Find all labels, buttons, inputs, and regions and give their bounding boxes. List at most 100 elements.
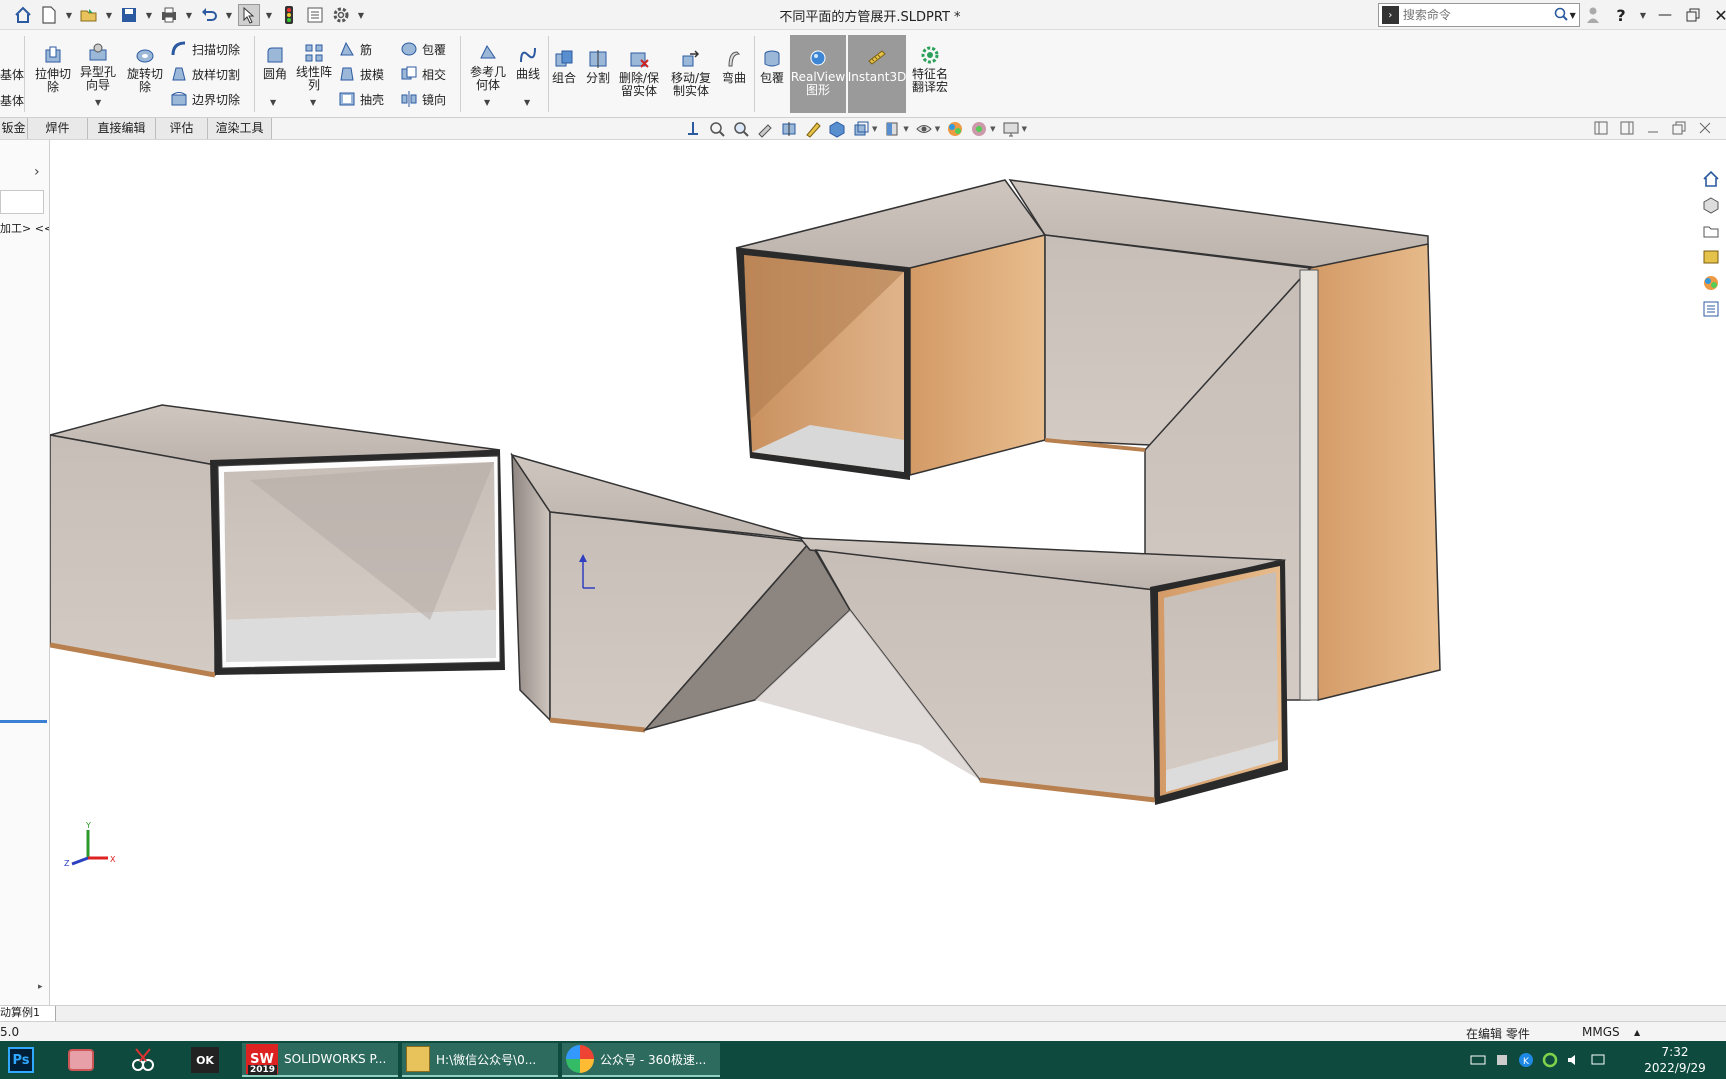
reference-geometry-button[interactable]: 参考几 何体	[466, 42, 510, 92]
view-settings-icon[interactable]	[970, 120, 988, 138]
chevron-down-icon[interactable]: ▼	[935, 125, 940, 133]
chevron-down-icon[interactable]: ▼	[270, 98, 276, 107]
revolve-cut-button[interactable]: 旋转切 除	[124, 44, 166, 94]
traffic-light-icon[interactable]	[278, 4, 300, 26]
chevron-down-icon[interactable]: ▼	[990, 125, 995, 133]
tab-motion-study[interactable]: 动算例1	[0, 1006, 56, 1021]
boundary-cut-button[interactable]: 边界切除	[170, 90, 240, 108]
image-viewer-icon[interactable]	[64, 1044, 98, 1076]
split-button[interactable]: 分割	[584, 48, 612, 85]
filter-field[interactable]	[0, 190, 44, 214]
app-tray-k-icon[interactable]: K	[1518, 1052, 1534, 1068]
hide-show-items-icon[interactable]	[883, 120, 901, 138]
clock[interactable]: 7:32 2022/9/29	[1640, 1044, 1710, 1076]
chevron-down-icon[interactable]: ▼	[224, 11, 234, 20]
view-orientation-cube-icon[interactable]	[828, 120, 846, 138]
combine-button[interactable]: 组合	[550, 48, 578, 85]
minimize-icon[interactable]: —	[1654, 4, 1676, 26]
fillet-button[interactable]: 圆角	[260, 44, 290, 81]
print-icon[interactable]	[158, 4, 180, 26]
obs-icon[interactable]: OK	[188, 1044, 222, 1076]
3d-parts-icon[interactable]	[1700, 194, 1722, 216]
unit-system[interactable]: MMGS	[1582, 1025, 1620, 1039]
tile-left-icon[interactable]	[1594, 121, 1608, 135]
zoom-to-area-icon[interactable]	[732, 120, 750, 138]
chevron-down-icon[interactable]: ▼	[872, 125, 877, 133]
help-icon[interactable]: ?	[1610, 4, 1632, 26]
volume-icon[interactable]	[1566, 1052, 1582, 1068]
home-icon[interactable]	[12, 4, 34, 26]
tile-right-icon[interactable]	[1620, 121, 1634, 135]
home-icon[interactable]	[1700, 168, 1722, 190]
left-tube[interactable]	[50, 404, 505, 678]
chevron-down-icon[interactable]: ▼	[1570, 11, 1579, 20]
display-icon[interactable]	[1590, 1052, 1606, 1068]
taskbar-app-solidworks[interactable]: SW 2019 SOLIDWORKS P...	[242, 1043, 398, 1077]
feature-tree-item[interactable]: 加工> <<	[0, 220, 49, 236]
ribbon-partial-base-2[interactable]: 基体	[0, 92, 24, 109]
wrap-feature-button[interactable]: 包覆	[756, 48, 788, 85]
loft-cut-button[interactable]: 放样切割	[170, 65, 240, 83]
chevron-down-icon[interactable]: ▼	[903, 125, 908, 133]
sweep-cut-button[interactable]: 扫描切除	[170, 40, 240, 58]
chevron-down-icon[interactable]: ▼	[144, 11, 154, 20]
draft-button[interactable]: 拔模	[338, 65, 384, 83]
move-copy-body-button[interactable]: 移动/复 制实体	[668, 48, 714, 98]
minimize-icon[interactable]	[1646, 121, 1660, 135]
ribbon-partial-base-1[interactable]: 基体	[0, 66, 24, 83]
tab-render-tools[interactable]: 渲染工具	[208, 118, 272, 139]
custom-properties-icon[interactable]	[1700, 298, 1722, 320]
chevron-down-icon[interactable]: ▼	[104, 11, 114, 20]
undo-icon[interactable]	[198, 4, 220, 26]
instant3d-button[interactable]: Instant3D	[848, 35, 906, 113]
linear-pattern-button[interactable]: 线性阵 列	[294, 42, 334, 92]
display-style-icon[interactable]	[852, 120, 870, 138]
section-view-icon[interactable]	[780, 120, 798, 138]
close-icon[interactable]: ✕	[1710, 4, 1726, 26]
folder-icon[interactable]	[1700, 220, 1722, 242]
chevron-down-icon[interactable]: ▼	[184, 11, 194, 20]
snipping-tool-icon[interactable]	[126, 1044, 160, 1076]
chevron-down-icon[interactable]: ▼	[1638, 11, 1648, 20]
intersect-button[interactable]: 相交	[400, 65, 446, 83]
extrude-cut-button[interactable]: 拉伸切 除	[32, 44, 74, 94]
hole-wizard-button[interactable]: 异型孔 向导	[76, 42, 120, 92]
zoom-to-fit-icon[interactable]	[708, 120, 726, 138]
options-gear-icon[interactable]	[330, 4, 352, 26]
close-icon[interactable]	[1698, 121, 1712, 135]
shell-button[interactable]: 抽壳	[338, 90, 384, 108]
graphics-area[interactable]: Y X Z	[50, 140, 1726, 1005]
dynamic-annotation-icon[interactable]	[804, 120, 822, 138]
scroll-arrow-icon[interactable]: ▸	[38, 982, 43, 992]
chevron-down-icon[interactable]: ▼	[524, 98, 530, 107]
select-icon[interactable]	[238, 4, 260, 26]
flex-button[interactable]: 弯曲	[718, 48, 750, 85]
app-tray-circle-icon[interactable]	[1542, 1052, 1558, 1068]
wrap-button[interactable]: 包覆	[400, 40, 446, 58]
tab-direct-editing[interactable]: 直接编辑	[88, 118, 156, 139]
tab-weldments[interactable]: 焊件	[28, 118, 88, 139]
chevron-down-icon[interactable]: ▼	[95, 98, 101, 107]
appearance-icon[interactable]	[1700, 272, 1722, 294]
chevron-down-icon[interactable]: ▼	[310, 98, 316, 107]
previous-view-icon[interactable]	[756, 120, 774, 138]
edit-appearance-icon[interactable]	[915, 120, 933, 138]
tab-evaluate[interactable]: 评估	[156, 118, 208, 139]
apply-scene-icon[interactable]	[946, 120, 964, 138]
open-icon[interactable]	[78, 4, 100, 26]
view-orientation-icon[interactable]	[684, 120, 702, 138]
user-icon[interactable]	[1582, 4, 1604, 26]
restore-icon[interactable]	[1672, 121, 1686, 135]
monitor-icon[interactable]	[1002, 120, 1020, 138]
network-icon[interactable]	[1494, 1052, 1510, 1068]
chevron-down-icon[interactable]: ▼	[356, 11, 366, 20]
curves-button[interactable]: 曲线	[514, 44, 542, 81]
search-input[interactable]	[1398, 5, 1553, 25]
save-icon[interactable]	[118, 4, 140, 26]
file-properties-icon[interactable]	[304, 4, 326, 26]
taskbar-app-explorer[interactable]: H:\微信公众号\0...	[402, 1043, 558, 1077]
new-file-icon[interactable]	[38, 4, 60, 26]
mirror-button[interactable]: 镜向	[400, 90, 446, 108]
realview-graphics-button[interactable]: RealView 图形	[790, 35, 846, 113]
chevron-down-icon[interactable]: ▼	[264, 11, 274, 20]
